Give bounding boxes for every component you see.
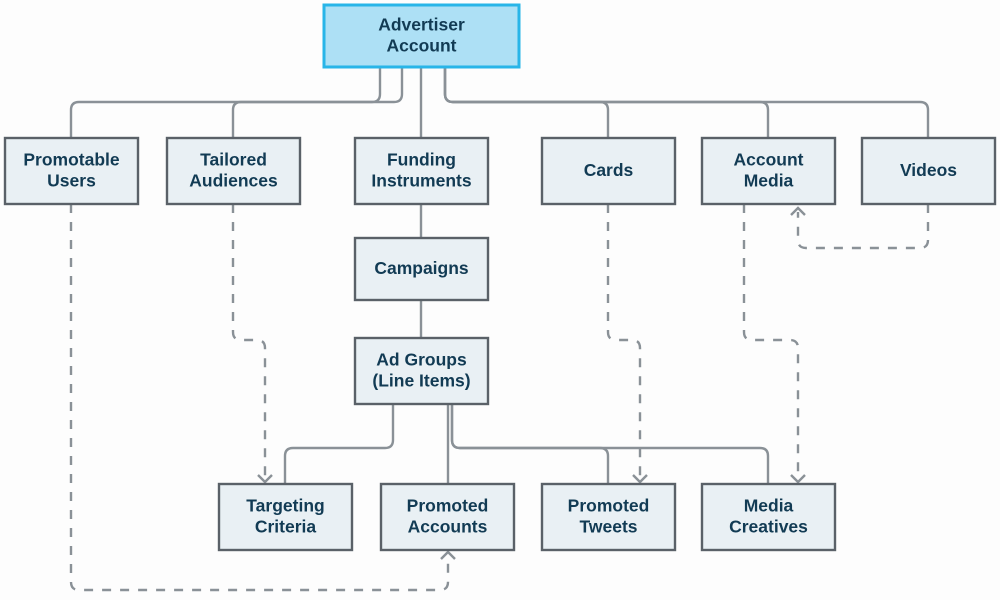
- arrow-head-icon: [632, 474, 648, 484]
- edge-account-media-to-media-creatives: [742, 204, 806, 484]
- edge-videos-to-account-media: [790, 204, 930, 250]
- edge-tailored-audiences-to-targeting: [231, 204, 273, 484]
- connector-line: [796, 204, 930, 250]
- connector-line: [231, 67, 404, 138]
- node-media-creatives[interactable]: Media Creatives: [700, 482, 837, 552]
- node-label: Videos: [900, 160, 957, 180]
- node-label: Account Media: [734, 149, 804, 190]
- node-ad-groups[interactable]: Ad Groups (Line Items): [353, 336, 490, 406]
- node-campaigns[interactable]: Campaigns: [353, 236, 490, 302]
- node-label: Promoted Accounts: [407, 495, 489, 536]
- connector-line: [231, 204, 267, 478]
- node-tailored-audiences[interactable]: Tailored Audiences: [165, 136, 302, 206]
- edge-adgroups-to-media-creatives: [450, 404, 770, 484]
- node-label: Tailored Audiences: [189, 149, 278, 190]
- edge-adgroups-to-targeting: [283, 404, 395, 484]
- object-hierarchy-diagram: Advertiser Account object hierarchy Adve…: [3, 3, 997, 592]
- node-label: Advertiser Account: [378, 14, 465, 55]
- node-cards[interactable]: Cards: [540, 136, 677, 206]
- diagram-canvas: Advertiser Account object hierarchy Adve…: [0, 0, 1000, 600]
- connector-line: [606, 204, 642, 478]
- arrow-head-icon: [440, 550, 456, 560]
- connector-line: [742, 204, 800, 478]
- node-account-media[interactable]: Account Media: [700, 136, 837, 206]
- connector-line: [450, 404, 770, 484]
- edge-adgroups-to-promoted-tweets: [450, 404, 610, 484]
- node-funding-instruments[interactable]: Funding Instruments: [353, 136, 490, 206]
- arrow-head-icon: [257, 474, 273, 484]
- node-label: Targeting Criteria: [246, 495, 324, 536]
- node-promoted-tweets[interactable]: Promoted Tweets: [540, 482, 677, 552]
- node-advertiser-account[interactable]: Advertiser Account: [322, 3, 521, 69]
- node-label: Campaigns: [374, 258, 469, 278]
- node-targeting-criteria[interactable]: Targeting Criteria: [217, 482, 354, 552]
- node-promotable-users[interactable]: Promotable Users: [3, 136, 140, 206]
- node-layer: Advertiser Account Promotable Users Tailored…: [3, 3, 997, 552]
- edge-account-to-videos: [443, 67, 930, 138]
- connector-line: [443, 67, 930, 138]
- edge-cards-to-promoted-tweets: [606, 204, 648, 484]
- edge-account-to-tailored-audiences: [231, 67, 404, 138]
- node-videos[interactable]: Videos: [860, 136, 997, 206]
- node-promoted-accounts[interactable]: Promoted Accounts: [379, 482, 516, 552]
- arrow-head-icon: [790, 474, 806, 484]
- node-label: Ad Groups (Line Items): [372, 349, 470, 390]
- node-label: Cards: [584, 160, 634, 180]
- connector-line: [283, 404, 395, 484]
- connector-line: [450, 404, 610, 484]
- node-label: Promoted Tweets: [568, 495, 650, 536]
